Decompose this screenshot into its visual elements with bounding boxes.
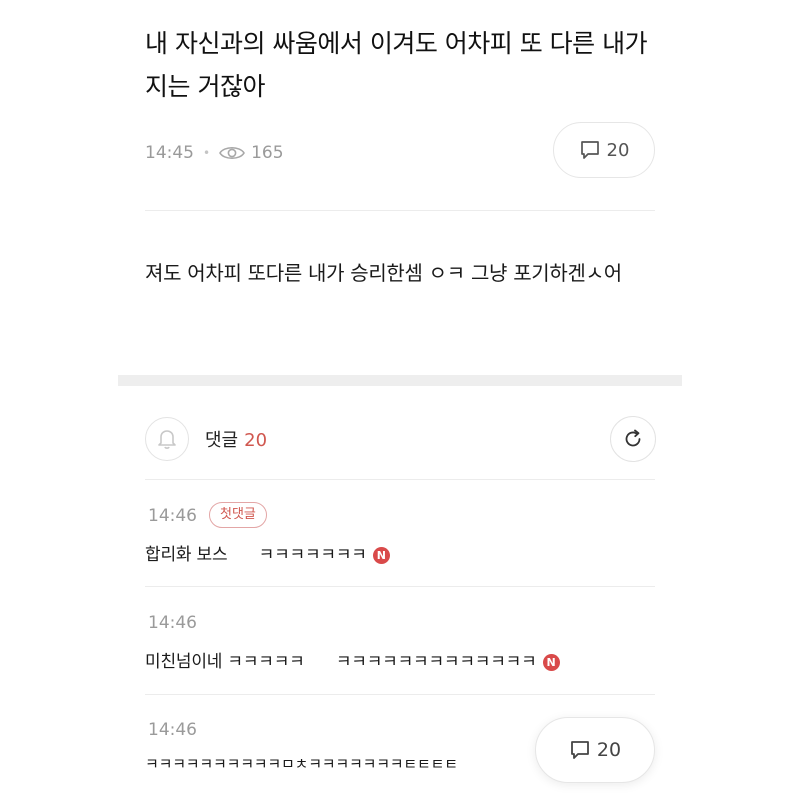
comment-divider: [145, 586, 655, 587]
refresh-button[interactable]: [610, 416, 656, 462]
comments-header: 댓글 20: [205, 426, 267, 452]
comment-divider: [145, 694, 655, 695]
new-badge-icon: N: [372, 547, 390, 564]
comment-item[interactable]: 합리화 보스 ㅋㅋㅋㅋㅋㅋㅋ N: [145, 540, 390, 565]
comment-time: 14:46: [148, 720, 197, 740]
speech-bubble-icon: [571, 741, 589, 759]
header-divider: [145, 210, 655, 211]
comment-item[interactable]: 미친넘이네 ㅋㅋㅋㅋㅋ ㅋㅋㅋㅋㅋㅋㅋㅋㅋㅋㅋㅋㅋ N: [145, 647, 560, 672]
comments-label: 댓글: [205, 430, 239, 451]
post-body: 져도 어차피 또다른 내가 승리한셈 ㅇㅋ 그냥 포기하겐ㅅ어: [145, 261, 622, 285]
speech-bubble-icon: [580, 141, 599, 159]
post-title: 내 자신과의 싸움에서 이겨도 어차피 또 다른 내가 지는 거잖아: [145, 29, 648, 101]
post-time: 14:45: [145, 143, 194, 163]
post-comments-button[interactable]: 20: [553, 122, 655, 178]
floating-comment-button[interactable]: 20: [535, 717, 655, 783]
post-comments-count: 20: [606, 139, 630, 161]
comment-text: ㅋㅋㅋㅋㅋㅋㅋㅋㅋㅋㅁㅊㅋㅋㅋㅋㅋㅋㅋㅌㅌㅌㅌ: [145, 755, 458, 773]
floating-comment-count: 20: [596, 739, 622, 761]
new-badge-icon: N: [542, 654, 560, 671]
view-count: 165: [251, 143, 284, 163]
eye-icon: [219, 146, 246, 160]
comment-text: 합리화 보스 ㅋㅋㅋㅋㅋㅋㅋ: [145, 545, 367, 565]
bell-icon: [158, 430, 176, 449]
comment-time: 14:46: [148, 506, 197, 526]
comments-total: 20: [244, 430, 268, 451]
post-meta: 14:45 • 165: [145, 141, 284, 165]
comment-item[interactable]: ㅋㅋㅋㅋㅋㅋㅋㅋㅋㅋㅁㅊㅋㅋㅋㅋㅋㅋㅋㅌㅌㅌㅌ: [145, 753, 458, 774]
first-comment-badge: 첫댓글: [209, 502, 267, 528]
refresh-icon: [625, 429, 641, 447]
comment-text: 미친넘이네 ㅋㅋㅋㅋㅋ ㅋㅋㅋㅋㅋㅋㅋㅋㅋㅋㅋㅋㅋ: [145, 652, 537, 672]
section-separator: [118, 375, 682, 386]
comment-time: 14:46: [148, 613, 197, 633]
notification-button[interactable]: [145, 417, 189, 461]
comments-header-divider: [145, 479, 655, 480]
meta-separator: •: [203, 146, 211, 160]
